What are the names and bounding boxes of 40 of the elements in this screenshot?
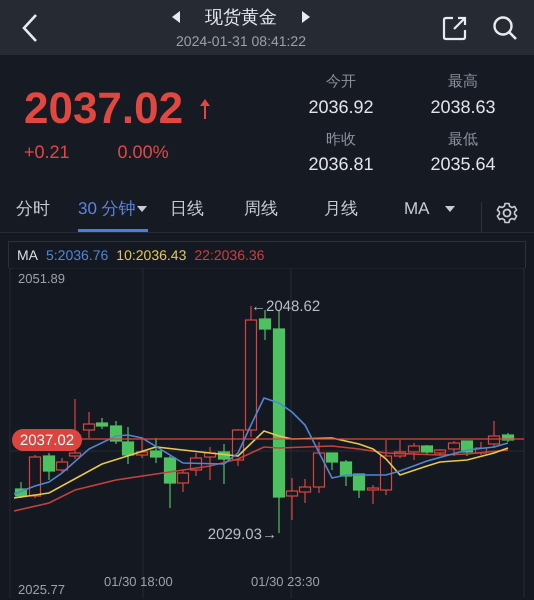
- change-text: +0.21: [24, 141, 70, 164]
- stat-label: 昨收: [325, 130, 357, 150]
- tab[interactable]: 日线: [170, 196, 204, 232]
- current-price-label: 2037.02: [12, 429, 82, 451]
- ma-legend-value: 10:2036.43: [116, 246, 186, 264]
- stat-label: 最低: [447, 130, 479, 150]
- tab[interactable]: MA: [404, 196, 456, 232]
- axis-label: 2051.89: [18, 271, 65, 286]
- stat-label: 今开: [325, 72, 357, 92]
- low-price-marker: 2029.03→: [208, 526, 277, 543]
- stat-label: 最高: [447, 72, 479, 92]
- tab[interactable]: 月线: [324, 196, 358, 232]
- candle: [218, 444, 230, 484]
- caret-icon[interactable]: [136, 205, 148, 214]
- stat-value: 2035.64: [429, 153, 497, 176]
- axis-label: 01/30 23:30: [251, 574, 320, 589]
- percent-text: 0.00%: [118, 141, 169, 164]
- stat-value: 2036.81: [307, 153, 375, 176]
- candle: [352, 473, 366, 498]
- tab[interactable]: 分时: [16, 196, 50, 232]
- search-icon[interactable]: [492, 14, 518, 40]
- candle: [460, 440, 474, 456]
- ma-legend-value: 22:2036.36: [194, 246, 264, 264]
- back-icon[interactable]: [20, 12, 40, 42]
- price-text: 2037.02: [24, 87, 184, 131]
- axis-label: 01/30 18:00: [104, 574, 173, 589]
- previous-icon[interactable]: [171, 10, 181, 24]
- high-price-marker: ←2048.62: [251, 298, 320, 315]
- ma-legend-label: MA: [17, 246, 38, 264]
- stat-value: 2038.63: [429, 96, 497, 118]
- share-icon[interactable]: [442, 14, 468, 40]
- window-title: 现货黄金: [205, 6, 277, 28]
- axis-label: 2025.77: [18, 582, 65, 597]
- datetime-text: 2024-01-31 08:41:22: [176, 32, 306, 50]
- next-icon[interactable]: [301, 10, 311, 24]
- settings-icon[interactable]: [496, 202, 518, 224]
- caret-icon[interactable]: [444, 205, 456, 214]
- tab[interactable]: 周线: [244, 196, 278, 232]
- stat-value: 2036.92: [307, 96, 375, 118]
- ma-legend-value: 5:2036.76: [46, 246, 108, 264]
